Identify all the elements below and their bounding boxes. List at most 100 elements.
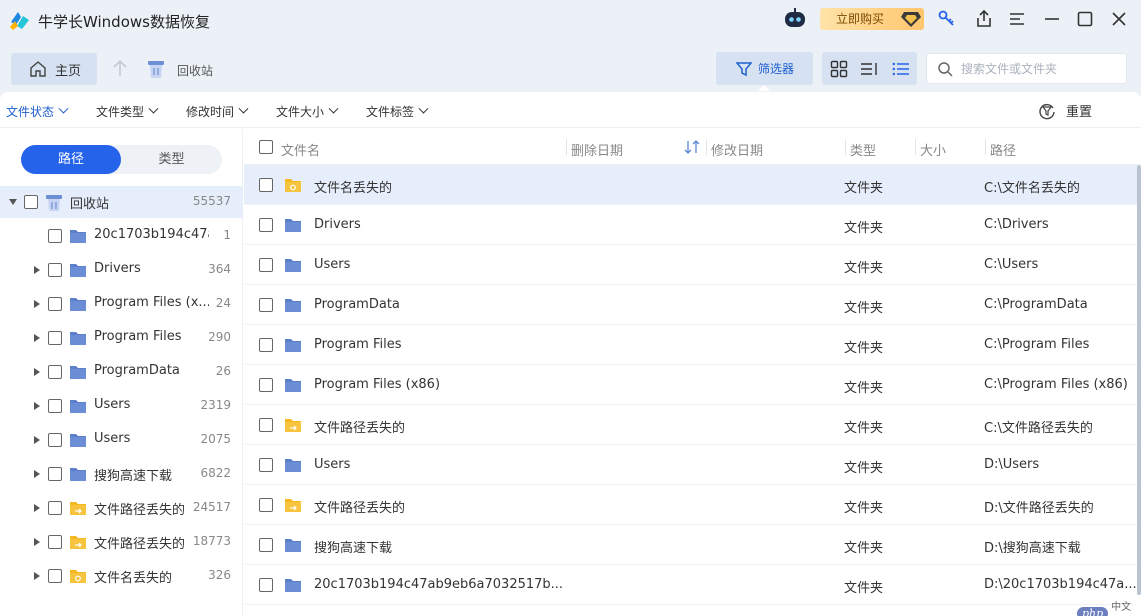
table-row[interactable]: Program Files (x86) 文件夹 C:\Program Files (… [244,365,1137,405]
expand-arrow-icon[interactable] [34,300,40,308]
tree-checkbox[interactable] [48,229,62,243]
table-row[interactable]: Users 文件夹 C:\Users [244,245,1137,285]
expand-arrow-icon[interactable] [34,334,40,342]
scrollbar[interactable] [1137,165,1141,595]
row-checkbox[interactable] [259,258,273,272]
row-path: D:\文件路径丢失的 [984,501,1094,516]
row-checkbox[interactable] [259,498,273,512]
tree-checkbox[interactable] [48,263,62,277]
close-icon[interactable] [1109,9,1129,29]
col-divider[interactable] [915,139,916,155]
tree-checkbox[interactable] [48,297,62,311]
menu-icon[interactable] [1007,9,1027,29]
tree-item[interactable]: 文件路径丢失的 18773 [0,526,243,558]
expand-arrow-icon[interactable] [34,266,40,274]
row-checkbox[interactable] [259,378,273,392]
tree-checkbox[interactable] [48,399,62,413]
expand-arrow-icon[interactable] [34,368,40,376]
filter-file-status[interactable]: 文件状态 [6,103,69,120]
robot-assistant-icon[interactable] [783,8,807,30]
key-icon[interactable] [937,9,957,29]
row-checkbox[interactable] [259,338,273,352]
tree-item[interactable]: Users 2319 [0,390,243,422]
row-checkbox[interactable] [259,298,273,312]
expand-arrow-icon[interactable] [34,402,40,410]
expand-arrow-icon[interactable] [34,538,40,546]
expand-arrow-icon[interactable] [34,572,40,580]
tree-checkbox[interactable] [48,501,62,515]
tree-item[interactable]: Program Files 290 [0,322,243,354]
tree-item[interactable]: 文件路径丢失的 24517 [0,492,243,524]
row-checkbox[interactable] [259,178,273,192]
tree-checkbox[interactable] [48,365,62,379]
expand-arrow-icon[interactable] [34,470,40,478]
col-divider[interactable] [985,139,986,155]
minimize-icon[interactable] [1042,9,1062,29]
col-type[interactable]: 类型 [850,140,876,159]
tree-item[interactable]: 搜狗高速下载 6822 [0,458,243,490]
col-path[interactable]: 路径 [990,140,1016,159]
col-size[interactable]: 大小 [920,140,946,159]
expand-arrow-icon[interactable] [9,199,17,205]
table-row[interactable]: Drivers 文件夹 C:\Drivers [244,205,1137,245]
up-arrow-icon[interactable] [112,59,128,77]
tree-item[interactable]: Users 2075 [0,424,243,456]
home-button[interactable]: 主页 [11,53,97,85]
tree-checkbox[interactable] [48,569,62,583]
filter-file-size[interactable]: 文件大小 [276,103,339,120]
tree-item[interactable]: 文件名丢失的 326 [0,560,243,592]
select-all-checkbox[interactable] [259,140,273,154]
col-divider[interactable] [845,139,846,155]
tab-type[interactable]: 类型 [121,145,222,174]
col-name[interactable]: 文件名 [281,140,320,159]
filter-button[interactable]: 筛选器 [716,52,813,85]
expand-arrow-icon[interactable] [34,504,40,512]
view-mode-group [822,52,917,85]
sort-icon[interactable] [684,140,700,154]
tree-item[interactable]: 20c1703b194c47a... 1 [0,220,243,252]
expand-arrow-icon[interactable] [34,436,40,444]
tree-item-count: 2319 [200,398,231,412]
table-row[interactable]: Users 文件夹 D:\Users [244,445,1137,485]
tree-item[interactable]: ProgramData 26 [0,356,243,388]
table-row[interactable]: 文件名丢失的 文件夹 C:\文件名丢失的 [244,165,1137,205]
tree-checkbox[interactable] [48,433,62,447]
row-checkbox[interactable] [259,578,273,592]
breadcrumb[interactable]: 回收站 [177,62,213,79]
col-modified-date[interactable]: 修改日期 [711,140,763,159]
row-checkbox[interactable] [259,218,273,232]
filter-file-type[interactable]: 文件类型 [96,103,159,120]
tree-checkbox[interactable] [48,535,62,549]
tree-checkbox[interactable] [48,331,62,345]
table-row[interactable]: 搜狗高速下载 文件夹 D:\搜狗高速下载 [244,525,1137,565]
row-checkbox[interactable] [259,538,273,552]
tree-checkbox[interactable] [48,467,62,481]
tree-item[interactable]: 回收站 55537 [0,186,243,218]
filter-modified-time[interactable]: 修改时间 [186,103,249,120]
detail-view-icon[interactable] [892,60,910,78]
table-row[interactable]: 20c1703b194c47ab9eb6a7032517b... 文件夹 D:\20… [244,565,1137,605]
search-input[interactable] [961,59,1121,79]
table-row[interactable]: 文件路径丢失的 文件夹 D:\文件路径丢失的 [244,485,1137,525]
maximize-icon[interactable] [1075,9,1095,29]
col-deleted-date[interactable]: 删除日期 [571,140,623,159]
tree-item[interactable]: Program Files (x... 24 [0,288,243,320]
list-view-icon[interactable] [860,60,878,78]
row-checkbox[interactable] [259,458,273,472]
tab-path[interactable]: 路径 [21,145,121,174]
tree-checkbox[interactable] [24,195,38,209]
col-divider[interactable] [566,139,567,155]
diamond-icon [901,12,921,27]
row-type: 文件夹 [844,541,884,556]
grid-view-icon[interactable] [830,60,848,78]
reset-button[interactable]: 重置 [1038,101,1092,120]
table-row[interactable]: ProgramData 文件夹 C:\ProgramData [244,285,1137,325]
share-icon[interactable] [974,9,994,29]
table-row[interactable]: Program Files 文件夹 C:\Program Files [244,325,1137,365]
table-row[interactable]: 文件路径丢失的 文件夹 C:\文件路径丢失的 [244,405,1137,445]
tree-item[interactable]: Drivers 364 [0,254,243,286]
filter-file-tag[interactable]: 文件标签 [366,103,429,120]
col-divider[interactable] [706,139,707,155]
row-checkbox[interactable] [259,418,273,432]
filter-bar: 文件状态 文件类型 修改时间 文件大小 文件标签 重置 [0,92,1141,128]
